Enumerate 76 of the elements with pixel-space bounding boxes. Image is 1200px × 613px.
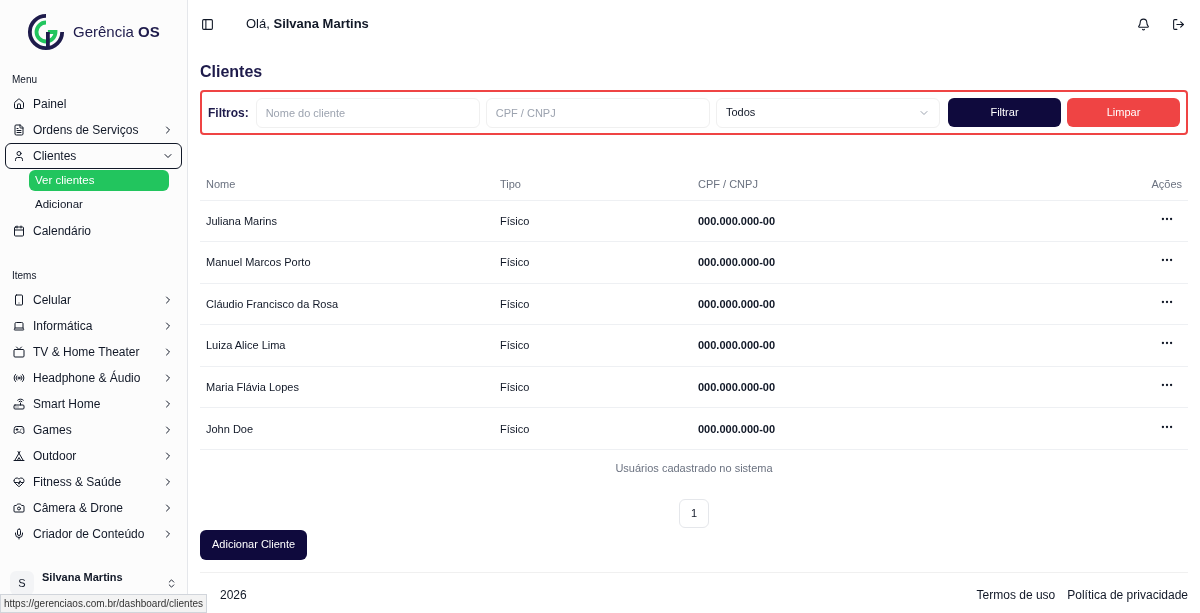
sidebar-item[interactable]: Câmera & Drone [5,495,182,521]
smartphone-icon [13,294,25,306]
sidebar-item[interactable]: Ordens de Serviços [5,117,182,143]
table-cell: Físico [494,200,692,242]
table-cell: Juliana Marins [200,200,494,242]
column-header: Nome [200,168,494,200]
table-cell: Cláudio Francisco da Rosa [200,283,494,325]
table-cell: John Doe [200,407,494,450]
table-cell: Físico [494,324,692,367]
column-header: Tipo [494,168,692,200]
table-cell: 000.000.000-00 [692,200,940,242]
type-select[interactable]: Todos [715,97,940,128]
user-icon [13,150,25,162]
table-cell: Manuel Marcos Porto [200,241,494,284]
heart-pulse-icon [13,476,25,488]
gamepad-icon [13,424,25,436]
calendar-icon [13,225,25,237]
table-cell: Físico [494,283,692,325]
router-icon [13,398,25,410]
table-cell: Maria Flávia Lopes [200,366,494,408]
logo-icon [27,13,65,51]
table-cell: 000.000.000-00 [692,324,940,367]
camera-icon [13,502,25,514]
chevrons-up-down-icon[interactable] [166,577,177,589]
table-caption: Usuários cadastrado no sistema [614,461,774,477]
page-title: Clientes [200,62,264,82]
table-cell: 000.000.000-00 [692,241,940,284]
sidebar-item[interactable]: Informática [5,313,182,339]
brand-name: Gerência OS [73,21,160,42]
table-cell: Físico [494,407,692,450]
copyright: 2026 [220,587,247,605]
laptop-icon [13,320,25,332]
table-cell: 000.000.000-00 [692,283,940,325]
sidebar-item[interactable]: Clientes [5,143,182,169]
user-avatar: S [10,571,34,595]
footer-link[interactable]: Política de privacidade [1067,586,1188,605]
notification-bell-icon[interactable] [1137,17,1150,31]
filter-label: Filtros: [208,104,249,122]
sidebar-item[interactable]: Fitness & Saúde [5,469,182,495]
column-header: Ações [940,168,1188,200]
add-client-button[interactable]: Adicionar Cliente [200,529,308,560]
sidebar-item[interactable]: Celular [5,287,182,313]
sidebar-item[interactable]: Outdoor [5,443,182,469]
footer-link[interactable]: Termos de uso [976,586,1056,605]
sidebar-item[interactable]: TV & Home Theater [5,339,182,365]
sidebar-item[interactable]: Criador de Conteúdo [5,521,182,547]
speaker-icon [13,372,25,384]
user-name: Silvana Martins [42,569,124,585]
table-cell: Físico [494,366,692,408]
status-url: https://gerenciaos.com.br/dashboard/clientes [0,594,207,613]
sidebar-item[interactable]: Painel [5,91,182,117]
table-cell: 000.000.000-00 [692,407,940,450]
column-header: CPF / CNPJ [692,168,940,200]
tent-icon [13,450,25,462]
sidebar-toggle-icon[interactable] [201,17,214,31]
greeting: Olá, Silvana Martins [246,15,369,34]
sidebar-item[interactable]: Calendário [5,218,182,244]
tv-icon [13,346,25,358]
section-label: Menu [11,73,38,87]
table-cell: Físico [494,241,692,284]
client-name-field[interactable]: Nome do cliente [255,97,480,128]
microphone-icon [13,528,25,540]
submenu-item[interactable]: Adicionar [29,194,169,215]
table-cell: 000.000.000-00 [692,366,940,408]
document-icon [13,124,25,136]
house-icon [13,98,25,110]
sidebar-item[interactable]: Games [5,417,182,443]
page-button[interactable]: 1 [679,498,709,528]
sidebar-item[interactable]: Headphone & Áudio [5,365,182,391]
filter-button[interactable]: Filtrar [948,98,1061,127]
document-field[interactable]: CPF / CNPJ [485,97,710,128]
sidebar-item[interactable]: Smart Home [5,391,182,417]
clear-button[interactable]: Limpar [1067,98,1180,127]
table-cell: Luiza Alice Lima [200,324,494,367]
logout-icon[interactable] [1172,17,1185,31]
section-label: Items [11,269,38,283]
